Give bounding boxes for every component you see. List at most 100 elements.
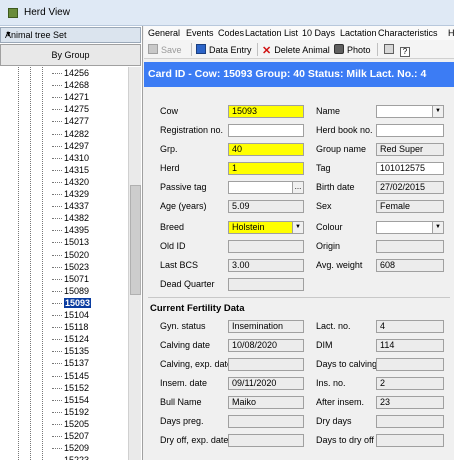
tag-label: Tag	[316, 163, 331, 173]
tree-item[interactable]: 15071	[52, 273, 90, 285]
tree-item[interactable]: 15205	[52, 418, 89, 430]
scrollbar-thumb[interactable]	[130, 185, 141, 295]
tree-item[interactable]: 14275	[52, 103, 89, 115]
tree-item[interactable]: 15154	[52, 394, 89, 406]
print-button[interactable]	[384, 43, 397, 57]
name-select[interactable]: ▼	[376, 105, 444, 118]
tree-item[interactable]: 14271	[52, 91, 89, 103]
cow-field[interactable]: 15093	[228, 105, 304, 118]
browse-button[interactable]: ...	[292, 182, 303, 193]
delete-animal-button[interactable]: ✕ Delete Animal	[262, 43, 330, 57]
dim-field: 114	[376, 339, 444, 352]
tree-connector	[52, 181, 62, 183]
tree-connector	[52, 121, 62, 123]
delete-icon: ✕	[262, 45, 272, 57]
menu-item[interactable]: Lactation	[340, 28, 377, 38]
herd-field[interactable]: 1	[228, 162, 304, 175]
tree-item[interactable]: 15145	[52, 370, 89, 382]
tree-scrollbar[interactable]	[128, 67, 141, 460]
tree-item[interactable]: 14382	[52, 212, 89, 224]
tree-item[interactable]: 15124	[52, 333, 90, 345]
insem-date-label: Insem. date	[160, 378, 208, 388]
chevron-down-icon[interactable]: ▼	[432, 106, 443, 117]
menu-item[interactable]: Lactation List	[245, 28, 298, 38]
tree-item-label: 15071	[64, 273, 90, 284]
title-bar: Herd View	[0, 0, 454, 26]
dry-days-label: Dry days	[316, 416, 352, 426]
passive-tag-field[interactable]: ...	[228, 181, 304, 194]
registration-field[interactable]	[228, 124, 304, 137]
save-button[interactable]: Save	[148, 43, 182, 57]
tree-item-label: 15093	[64, 297, 92, 308]
menu-item[interactable]: Events	[186, 28, 214, 38]
tree-item[interactable]: 15118	[52, 321, 88, 333]
tree-item-label: 14256	[64, 68, 90, 78]
tree-connector	[52, 97, 62, 99]
by-group-button[interactable]: By Group	[0, 44, 141, 66]
grp-field[interactable]: 40	[228, 143, 304, 156]
save-label: Save	[161, 45, 182, 55]
tree-connector	[52, 206, 62, 208]
old-id-field	[228, 240, 304, 253]
tree-item[interactable]: 14395	[52, 224, 89, 236]
tree-connector	[52, 242, 62, 244]
avg-weight-field: 608	[376, 259, 444, 272]
data-entry-button[interactable]: Data Entry	[196, 43, 252, 57]
tree-item[interactable]: 14277	[52, 115, 89, 127]
dry-off-exp-date-field	[228, 434, 304, 447]
app-icon	[8, 8, 18, 18]
tree-item[interactable]: 15223	[64, 454, 89, 460]
menu-item[interactable]: He	[448, 28, 454, 38]
tree-item[interactable]: 14268	[52, 79, 89, 91]
tree-item[interactable]: 15135	[52, 345, 89, 357]
tree-item[interactable]: 15137	[52, 357, 89, 369]
breed-select[interactable]: Holstein ▼	[228, 221, 304, 234]
tree-item[interactable]: 14297	[52, 140, 90, 152]
colour-select[interactable]: ▼	[376, 221, 444, 234]
tree-item[interactable]: 15209	[52, 442, 90, 454]
tree-item[interactable]: 14256	[52, 67, 90, 79]
ins-no-label: Ins. no.	[316, 378, 346, 388]
tag-field[interactable]: 101012575	[376, 162, 444, 175]
menu-item[interactable]: 10 Days	[302, 28, 335, 38]
tree-connector	[52, 109, 62, 111]
bull-name-field: Maiko	[228, 396, 304, 409]
tree-item-label: 14329	[64, 189, 90, 199]
help-button[interactable]: ?	[400, 43, 413, 57]
tree-item[interactable]: 15192	[52, 406, 89, 418]
origin-field	[376, 240, 444, 253]
tree-set-dropdown[interactable]: Animal tree Set ▼	[0, 27, 141, 43]
tree-guide-line	[42, 67, 43, 460]
tree-item[interactable]: 15020	[52, 249, 89, 261]
group-name-label: Group name	[316, 144, 367, 154]
tree-item[interactable]: 15093	[52, 297, 92, 309]
tree-item[interactable]: 14310	[52, 152, 89, 164]
chevron-down-icon[interactable]: ▼	[292, 222, 303, 233]
tree-item[interactable]: 15089	[52, 285, 90, 297]
print-icon	[384, 44, 394, 54]
tree-item[interactable]: 14337	[52, 200, 89, 212]
tree-item-label: 14297	[64, 140, 90, 151]
photo-button[interactable]: Photo	[334, 43, 371, 57]
calving-exp-date-label: Calving, exp. date	[160, 359, 233, 369]
group-name-field: Red Super	[376, 143, 444, 156]
tree-item[interactable]: 14315	[52, 164, 89, 176]
tree-item[interactable]: 15207	[52, 430, 89, 442]
tree-item-label: 15209	[64, 443, 90, 454]
chevron-down-icon[interactable]: ▼	[432, 222, 443, 233]
tree-item[interactable]: 15023	[52, 261, 89, 273]
tree-item[interactable]: 14282	[52, 128, 89, 140]
menu-item[interactable]: Codes	[218, 28, 244, 38]
menu-item[interactable]: Characteristics	[378, 28, 438, 38]
tree-item[interactable]: 15104	[52, 309, 89, 321]
tree-item[interactable]: 15152	[52, 382, 89, 394]
tree-item[interactable]: 14329	[52, 188, 90, 200]
tree-item-label: 15124	[64, 334, 90, 345]
tree-item-label: 15089	[64, 285, 90, 296]
herd-book-field[interactable]	[376, 124, 444, 137]
tree-connector	[52, 448, 62, 450]
tree-item[interactable]: 14320	[52, 176, 89, 188]
menu-item[interactable]: General	[148, 28, 180, 38]
avg-weight-label: Avg. weight	[316, 260, 363, 270]
tree-item[interactable]: 15013	[52, 236, 89, 248]
